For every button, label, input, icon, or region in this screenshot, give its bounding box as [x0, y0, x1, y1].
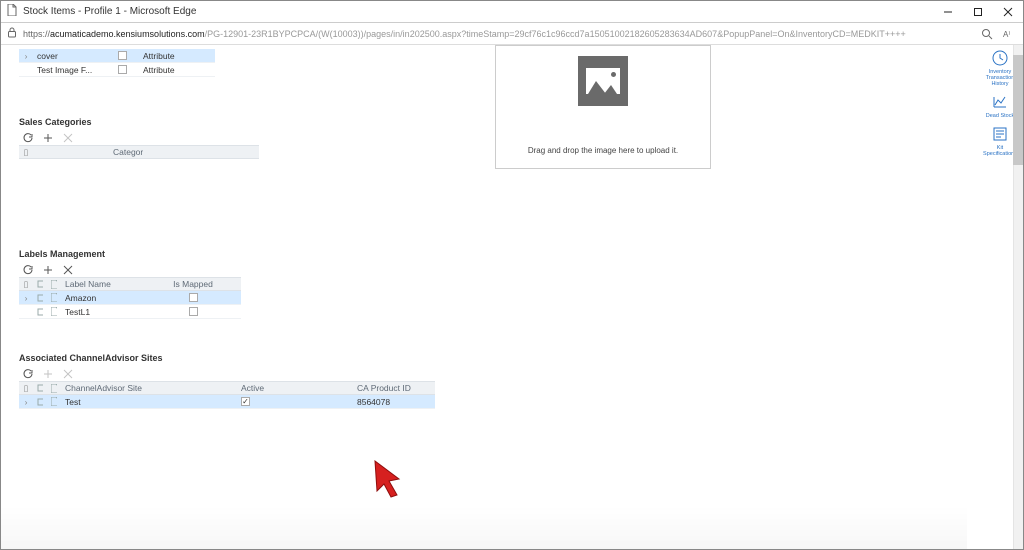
- table-row[interactable]: Test Image F... Attribute: [19, 63, 215, 77]
- page-body: › cover Attribute Test Image F... Attrib…: [1, 45, 977, 549]
- label-name: Amazon: [61, 291, 171, 304]
- page-icon: [7, 4, 17, 19]
- col-label-name: Label Name: [61, 278, 171, 290]
- section-title: Labels Management: [19, 249, 241, 259]
- col-site: ChannelAdvisor Site: [61, 382, 237, 394]
- window-title: Stock Items - Profile 1 - Microsoft Edge: [23, 6, 196, 17]
- row-caret-icon: ›: [19, 49, 33, 62]
- image-upload-panel[interactable]: Drag and drop the image here to upload i…: [495, 45, 711, 169]
- add-button[interactable]: [43, 133, 53, 143]
- col-active: Active: [237, 382, 353, 394]
- file-icon: [47, 278, 61, 290]
- delete-button: [63, 133, 73, 143]
- labels-grid: ▯ Label Name Is Mapped › Amazon: [19, 277, 241, 319]
- attr-type: Attribute: [139, 49, 209, 62]
- row-caret-icon: ›: [19, 395, 33, 408]
- vertical-scrollbar[interactable]: [1013, 45, 1023, 549]
- delete-button[interactable]: [63, 265, 73, 275]
- section-title: Sales Categories: [19, 117, 259, 127]
- file-icon: [47, 382, 61, 394]
- note-icon: [33, 278, 47, 290]
- note-icon[interactable]: [33, 395, 47, 408]
- label-mapped[interactable]: [171, 291, 215, 304]
- attribute-grid: › cover Attribute Test Image F... Attrib…: [19, 49, 215, 77]
- note-icon[interactable]: [33, 305, 47, 318]
- sales-cat-toolbar: [19, 131, 259, 145]
- table-row[interactable]: › Amazon: [19, 291, 241, 305]
- close-button[interactable]: [993, 1, 1023, 22]
- label-name: TestL1: [61, 305, 171, 318]
- title-bar: Stock Items - Profile 1 - Microsoft Edge: [1, 1, 1023, 23]
- attr-name: cover: [33, 49, 105, 62]
- section-title: Associated ChannelAdvisor Sites: [19, 353, 435, 363]
- col-selector-icon[interactable]: ▯: [19, 382, 33, 394]
- delete-button: [63, 369, 73, 379]
- file-icon[interactable]: [47, 305, 61, 318]
- address-bar: https://acumaticademo.kensiumsolutions.c…: [1, 23, 1023, 45]
- maximize-button[interactable]: [963, 1, 993, 22]
- col-pid: CA Product ID: [353, 382, 433, 394]
- labels-section: Labels Management ▯ Label Name Is Mapped: [19, 249, 241, 319]
- svg-text:A⁾: A⁾: [1003, 30, 1010, 39]
- attr-type: Attribute: [139, 63, 209, 76]
- table-row[interactable]: › Test 8564078: [19, 395, 435, 409]
- site-pid: 8564078: [353, 395, 433, 408]
- read-aloud-icon[interactable]: A⁾: [1001, 26, 1017, 42]
- col-is-mapped: Is Mapped: [171, 278, 215, 290]
- row-caret-icon: ›: [19, 291, 33, 304]
- label-mapped[interactable]: [171, 305, 215, 318]
- url-text[interactable]: https://acumaticademo.kensiumsolutions.c…: [23, 29, 973, 39]
- file-icon[interactable]: [47, 395, 61, 408]
- refresh-button[interactable]: [23, 265, 33, 275]
- upload-hint: Drag and drop the image here to upload i…: [528, 146, 678, 155]
- refresh-button[interactable]: [23, 369, 33, 379]
- labels-toolbar: [19, 263, 241, 277]
- note-icon: [33, 382, 47, 394]
- app-window: Stock Items - Profile 1 - Microsoft Edge…: [0, 0, 1024, 550]
- col-selector-icon[interactable]: ▯: [19, 146, 33, 158]
- file-icon[interactable]: [47, 291, 61, 304]
- content-area: › cover Attribute Test Image F... Attrib…: [1, 45, 1023, 549]
- row-caret-icon: [19, 63, 33, 76]
- refresh-button[interactable]: [23, 133, 33, 143]
- image-placeholder-icon: [578, 56, 628, 106]
- attr-name: Test Image F...: [33, 63, 105, 76]
- cursor-arrow-icon: [371, 459, 407, 499]
- scroll-thumb[interactable]: [1013, 55, 1023, 165]
- add-button[interactable]: [43, 265, 53, 275]
- zoom-icon[interactable]: [979, 26, 995, 42]
- table-row[interactable]: TestL1: [19, 305, 241, 319]
- site-name: Test: [61, 395, 237, 408]
- rail-label: Dead Stock: [986, 113, 1014, 119]
- footer-gradient: [1, 505, 967, 549]
- attr-check[interactable]: [105, 63, 139, 76]
- ca-sites-toolbar: [19, 367, 435, 381]
- ca-sites-grid: ▯ ChannelAdvisor Site Active CA Product …: [19, 381, 435, 409]
- minimize-button[interactable]: [933, 1, 963, 22]
- note-icon[interactable]: [33, 291, 47, 304]
- col-category-id: Category ID: [33, 146, 143, 158]
- lock-icon: [7, 27, 17, 40]
- site-active[interactable]: [237, 395, 353, 408]
- table-row[interactable]: › cover Attribute: [19, 49, 215, 63]
- col-selector-icon[interactable]: ▯: [19, 278, 33, 290]
- attr-check[interactable]: [105, 49, 139, 62]
- sales-categories-section: Sales Categories ▯ Category ID: [19, 117, 259, 159]
- category-grid: ▯ Category ID: [19, 145, 259, 159]
- add-button: [43, 369, 53, 379]
- ca-sites-section: Associated ChannelAdvisor Sites ▯ Channe…: [19, 353, 435, 409]
